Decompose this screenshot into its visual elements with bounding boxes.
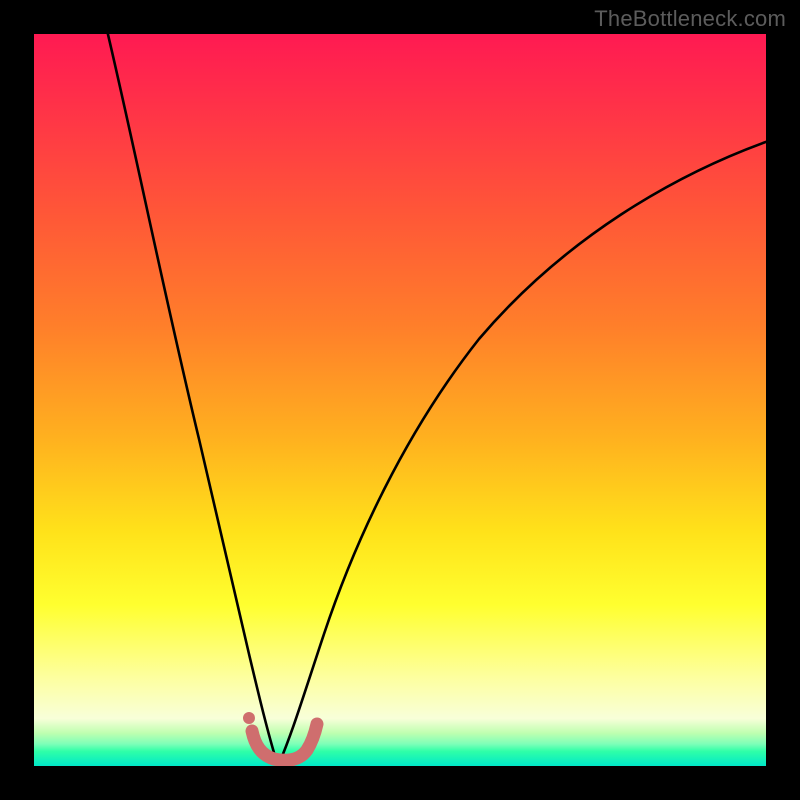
- right-curve: [278, 139, 766, 766]
- trough-dot: [243, 712, 255, 724]
- attribution-label: TheBottleneck.com: [594, 6, 786, 32]
- trough-marker: [252, 724, 317, 760]
- left-curve: [106, 34, 278, 766]
- chart-frame: TheBottleneck.com: [0, 0, 800, 800]
- curves-svg: [34, 34, 766, 766]
- plot-area: [34, 34, 766, 766]
